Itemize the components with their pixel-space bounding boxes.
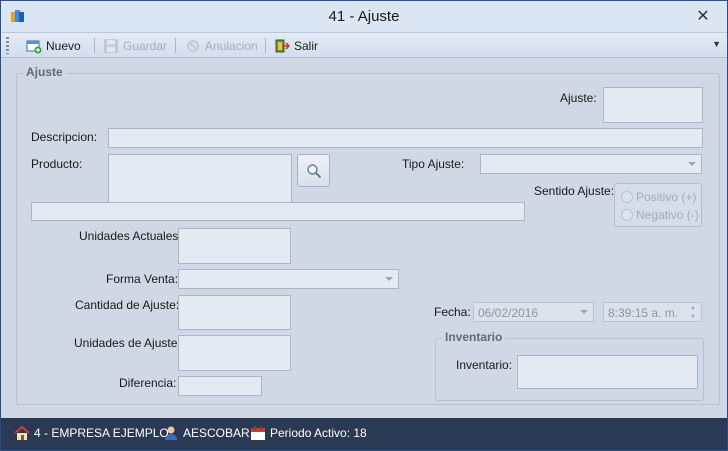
exit-icon: [275, 39, 290, 52]
magnifier-icon: [307, 164, 322, 179]
descripcion-label: Descripcion:: [31, 130, 98, 144]
spin-up-icon[interactable]: ▲: [690, 305, 698, 311]
close-button[interactable]: ✕: [693, 7, 713, 27]
ajuste-group-title: Ajuste: [23, 65, 66, 79]
cantidad-ajuste-field[interactable]: [178, 295, 291, 330]
toolbar-grip[interactable]: [6, 37, 9, 54]
descripcion-input[interactable]: [108, 128, 703, 148]
nuevo-label: Nuevo: [46, 38, 81, 53]
cantidad-ajuste-label: Cantidad de Ajuste:: [75, 298, 180, 312]
toolbar-separator: [175, 38, 176, 53]
fecha-value: 06/02/2016: [478, 306, 539, 320]
home-icon: [14, 425, 30, 440]
chevron-down-icon: [688, 162, 696, 166]
usuario-text: AESCOBAR: [183, 426, 250, 440]
radio-circle-icon: [621, 209, 633, 221]
inventario-label: Inventario:: [456, 358, 513, 372]
cancel-icon: [187, 39, 199, 52]
negativo-radio[interactable]: Negativo (-): [621, 208, 699, 222]
guardar-button[interactable]: Guardar: [103, 36, 167, 55]
inventario-field[interactable]: [517, 355, 698, 389]
new-document-icon: [26, 40, 42, 53]
window-title: 41 - Ajuste: [328, 8, 400, 25]
hora-time-picker[interactable]: 8:39:15 a. m. ▲ ▼: [603, 302, 702, 322]
radio-circle-icon: [621, 191, 633, 203]
empresa-status: 4 - EMPRESA EJEMPLO: [14, 425, 169, 441]
tipo-ajuste-select[interactable]: [480, 154, 702, 174]
salir-label: Salir: [294, 38, 319, 53]
unidades-ajuste-field[interactable]: [178, 335, 291, 371]
anulacion-button[interactable]: Anulacion: [185, 36, 258, 55]
forma-venta-label: Forma Venta:: [106, 272, 179, 286]
salir-button[interactable]: Salir: [274, 36, 318, 55]
sentido-ajuste-label: Sentido Ajuste:: [534, 184, 615, 198]
usuario-status: AESCOBAR: [163, 425, 250, 441]
producto-label: Producto:: [31, 157, 83, 171]
periodo-status: Periodo Activo: 18: [250, 425, 367, 441]
save-icon: [104, 39, 118, 52]
periodo-text: Periodo Activo: 18: [270, 426, 367, 440]
producto-search-button[interactable]: [297, 154, 330, 187]
producto-description-field[interactable]: [31, 202, 525, 221]
unidades-ajuste-label: Unidades de Ajuste:: [74, 336, 181, 350]
unidades-actuales-label: Unidades Actuales:: [79, 229, 182, 243]
positivo-radio[interactable]: Positivo (+): [621, 190, 696, 204]
status-bar: 4 - EMPRESA EJEMPLO AESCOBAR Periodo Act…: [1, 418, 727, 450]
toolbar-overflow-button[interactable]: ▼: [712, 39, 721, 49]
positivo-label: Positivo (+): [636, 190, 697, 204]
toolbar-separator: [94, 38, 95, 53]
producto-field[interactable]: [108, 154, 292, 203]
nuevo-button[interactable]: Nuevo: [26, 36, 81, 55]
calendar-icon: [251, 426, 265, 440]
diferencia-field[interactable]: [178, 376, 262, 396]
user-icon: [165, 426, 177, 440]
anulacion-label: Anulacion: [205, 38, 258, 53]
forma-venta-select[interactable]: [178, 269, 399, 289]
ajuste-label: Ajuste:: [560, 91, 597, 105]
title-bar: 41 - Ajuste ✕: [1, 1, 727, 33]
diferencia-label: Diferencia:: [119, 376, 177, 390]
spin-down-icon[interactable]: ▼: [690, 314, 698, 320]
chevron-down-icon: [580, 310, 588, 314]
inventario-group-title: Inventario: [442, 330, 506, 344]
sentido-ajuste-radio-group: Positivo (+) Negativo (-): [614, 183, 702, 227]
ajuste-window: 41 - Ajuste ✕ Nuevo Guardar Anulacion Sa…: [0, 0, 728, 451]
negativo-label: Negativo (-): [636, 208, 699, 222]
guardar-label: Guardar: [123, 38, 168, 53]
tipo-ajuste-label: Tipo Ajuste:: [402, 157, 465, 171]
unidades-actuales-field[interactable]: [178, 228, 291, 264]
hora-value: 8:39:15 a. m.: [608, 306, 679, 320]
toolbar-separator: [265, 38, 266, 53]
toolbar: Nuevo Guardar Anulacion Salir ▼: [1, 33, 727, 58]
fecha-date-picker[interactable]: 06/02/2016: [473, 302, 594, 322]
fecha-label: Fecha:: [434, 305, 471, 319]
chevron-down-icon: [385, 277, 393, 281]
empresa-text: 4 - EMPRESA EJEMPLO: [34, 426, 169, 440]
ajuste-field[interactable]: [603, 87, 703, 123]
